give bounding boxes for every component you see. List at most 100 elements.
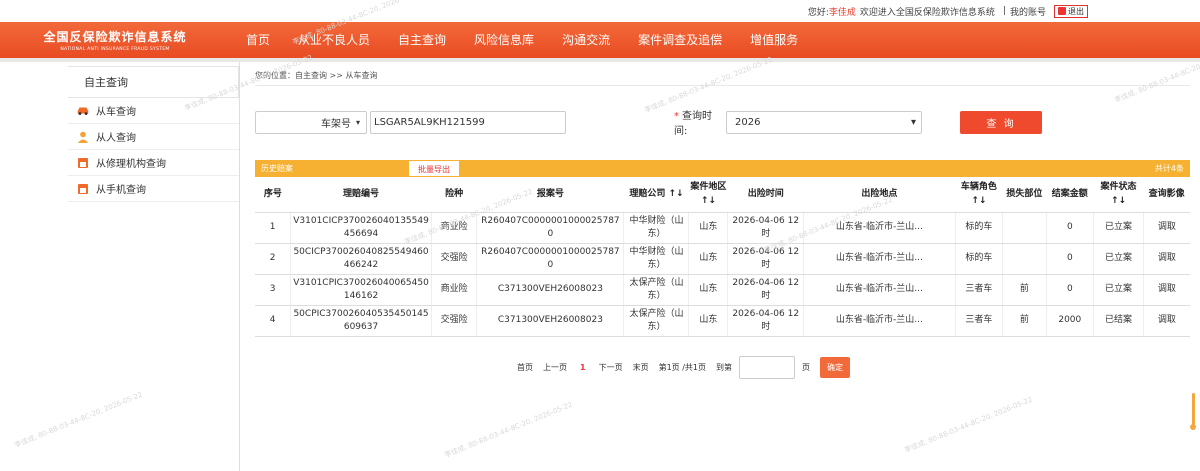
sidebar: 自主查询 从车查询 从人查询 从修理机构查询 从手机查询 (0, 62, 240, 471)
year-select[interactable]: 2026 ▾ (726, 110, 922, 134)
query-type-value: 车架号 (320, 118, 351, 130)
page-info: 第1页 /共1页 (658, 362, 706, 372)
sidebar-item-label: 从人查询 (96, 133, 136, 144)
page-number-input[interactable] (739, 355, 795, 379)
logout-label: 退出 (1068, 6, 1084, 16)
table-cell: 商业险 (431, 274, 478, 306)
sidebar-item-label: 从车查询 (96, 107, 136, 118)
column-header: 出险时间 (727, 177, 804, 213)
table-cell: 山东 (688, 274, 729, 306)
table-cell: 1 (255, 212, 292, 244)
table-cell: C371300VEH26008023 (476, 305, 625, 337)
history-title: 历史赔案 (261, 164, 293, 173)
table-cell: 太保产险（山东） (623, 305, 690, 337)
table-cell: 山东 (688, 243, 729, 275)
last-page-link[interactable]: 末页 (633, 362, 649, 373)
sidebar-item-car-query[interactable]: 从车查询 (68, 98, 239, 124)
table-cell: 2000 (1046, 305, 1095, 337)
brand-subtitle: NATIONAL ANTI INSURANCE FRAUD SYSTEM (60, 47, 170, 52)
fetch-image-link[interactable]: 调取 (1143, 243, 1190, 275)
table-cell: 太保产险（山东） (623, 274, 690, 306)
column-header-sortable[interactable]: 案件地区↑↓ (688, 177, 728, 213)
table-cell: 4 (255, 305, 292, 337)
table-cell: 50CPIC370026040535450145609637 (290, 305, 432, 337)
query-time-text: 查询时间: (674, 111, 712, 137)
column-header-sortable[interactable]: 案件状态↑↓ (1093, 177, 1144, 213)
page-unit-label: 页 (802, 362, 810, 372)
nav-item-communication[interactable]: 沟通交流 (546, 22, 622, 58)
table-cell: 中华财险（山东） (623, 212, 690, 244)
my-account-link[interactable]: 我的账号 (1010, 5, 1046, 18)
nav-item-value-added[interactable]: 增值服务 (734, 22, 810, 58)
nav-menu: 首页 从业不良人员 自主查询 风险信息库 沟通交流 案件调查及追偿 增值服务 (230, 22, 810, 58)
table-cell: 前 (1002, 305, 1047, 337)
sidebar-item-phone-query[interactable]: 从手机查询 (68, 176, 239, 202)
table-cell: 交强险 (431, 243, 478, 275)
brand-title: 全国反保险欺诈信息系统 (43, 30, 187, 44)
table-cell: 3 (255, 274, 292, 306)
fetch-image-link[interactable]: 调取 (1143, 212, 1190, 244)
column-header: 报案号 (476, 177, 624, 213)
first-page-link[interactable]: 首页 (517, 362, 533, 373)
table-cell: 山东省-临沂市-兰山... (803, 243, 956, 275)
table-cell: 2 (255, 243, 292, 275)
sidebar-item-label: 从手机查询 (96, 185, 146, 196)
nav-item-investigation[interactable]: 案件调查及追偿 (622, 22, 734, 58)
column-header: 序号 (255, 177, 291, 213)
chevron-down-icon: ▾ (355, 117, 360, 127)
query-button[interactable]: 查 询 (960, 110, 1042, 134)
query-form: 车架号 ▾ LSGAR5AL9KH121599 * 查询时间: 2026 ▾ 查 询 (255, 109, 1190, 137)
table-cell: 2026-04-06 12时 (727, 243, 805, 275)
table-cell: 0 (1046, 243, 1095, 275)
fetch-image-link[interactable]: 调取 (1143, 274, 1190, 306)
nav-item-home[interactable]: 首页 (230, 22, 282, 58)
table-cell: 2026-04-06 12时 (727, 305, 805, 337)
table-cell: R260407C00000010000257870 (476, 212, 625, 244)
table-cell: 山东 (688, 212, 729, 244)
vin-input[interactable]: LSGAR5AL9KH121599 (370, 110, 566, 134)
column-header-sortable[interactable]: 理赔公司 ↑↓ (623, 177, 689, 213)
table-cell: 2026-04-06 12时 (727, 274, 805, 306)
page-confirm-button[interactable]: 确定 (820, 356, 850, 378)
user-name: 李佳成 (828, 7, 856, 18)
batch-export-button[interactable]: 批量导出 (409, 161, 459, 176)
sidebar-header: 自主查询 (68, 66, 239, 98)
logout-button[interactable]: 退出 (1054, 4, 1088, 18)
logout-icon (1058, 7, 1066, 15)
nav-item-risk-database[interactable]: 风险信息库 (458, 22, 546, 58)
table-cell: 山东 (688, 305, 729, 337)
separator: | (1002, 6, 1006, 16)
sidebar-item-person-query[interactable]: 从人查询 (68, 124, 239, 150)
table-cell: 已立案 (1093, 212, 1144, 244)
table-cell: V3101CPIC370026040065450146162 (290, 274, 432, 306)
current-page: 1 (580, 362, 586, 372)
table-cell: 山东省-临沂市-兰山... (803, 305, 956, 337)
table-cell: 商业险 (431, 212, 478, 244)
logo[interactable]: 全国反保险欺诈信息系统 NATIONAL ANTI INSURANCE FRAU… (0, 22, 230, 58)
greeting: 您好: (807, 7, 829, 18)
column-header: 结案金额 (1046, 177, 1094, 213)
table-row: 4 50CPIC370026040535450145609637 交强险 C37… (255, 305, 1190, 337)
pagination: 首页 上一页 1 下一页 末页 第1页 /共1页 到第 页 确定 (255, 355, 1190, 379)
table-cell: R260407C00000010000257870 (476, 243, 625, 275)
column-header: 损失部位 (1002, 177, 1046, 213)
table-cell: 山东省-临沂市-兰山... (803, 274, 956, 306)
history-header: 历史赔案 批量导出 共计4条 (255, 160, 1190, 177)
table-cell: 中华财险（山东） (623, 243, 690, 275)
prev-page-link[interactable]: 上一页 (543, 362, 567, 373)
column-header-sortable[interactable]: 车辆角色↑↓ (955, 177, 1003, 213)
query-type-select[interactable]: 车架号 ▾ (255, 110, 367, 134)
sidebar-item-repair-query[interactable]: 从修理机构查询 (68, 150, 239, 176)
table-cell: 标的车 (955, 212, 1004, 244)
next-page-link[interactable]: 下一页 (599, 362, 623, 373)
table-header-row: 序号 理赔编号 险种 报案号 理赔公司 ↑↓ 案件地区↑↓ 出险时间 出险地点 … (255, 177, 1190, 213)
thermometer-icon (1190, 393, 1196, 433)
nav-item-bad-practitioners[interactable]: 从业不良人员 (282, 22, 382, 58)
fetch-image-link[interactable]: 调取 (1143, 305, 1190, 337)
sidebar-item-label: 从修理机构查询 (96, 159, 166, 170)
column-header: 查询影像 (1143, 177, 1190, 213)
table-cell: 0 (1046, 274, 1095, 306)
top-bar: 您好: 李佳成 欢迎进入全国反保险欺诈信息系统 | 我的账号 退出 (0, 0, 1200, 22)
table-cell: 交强险 (431, 305, 478, 337)
nav-item-self-query[interactable]: 自主查询 (382, 22, 458, 58)
